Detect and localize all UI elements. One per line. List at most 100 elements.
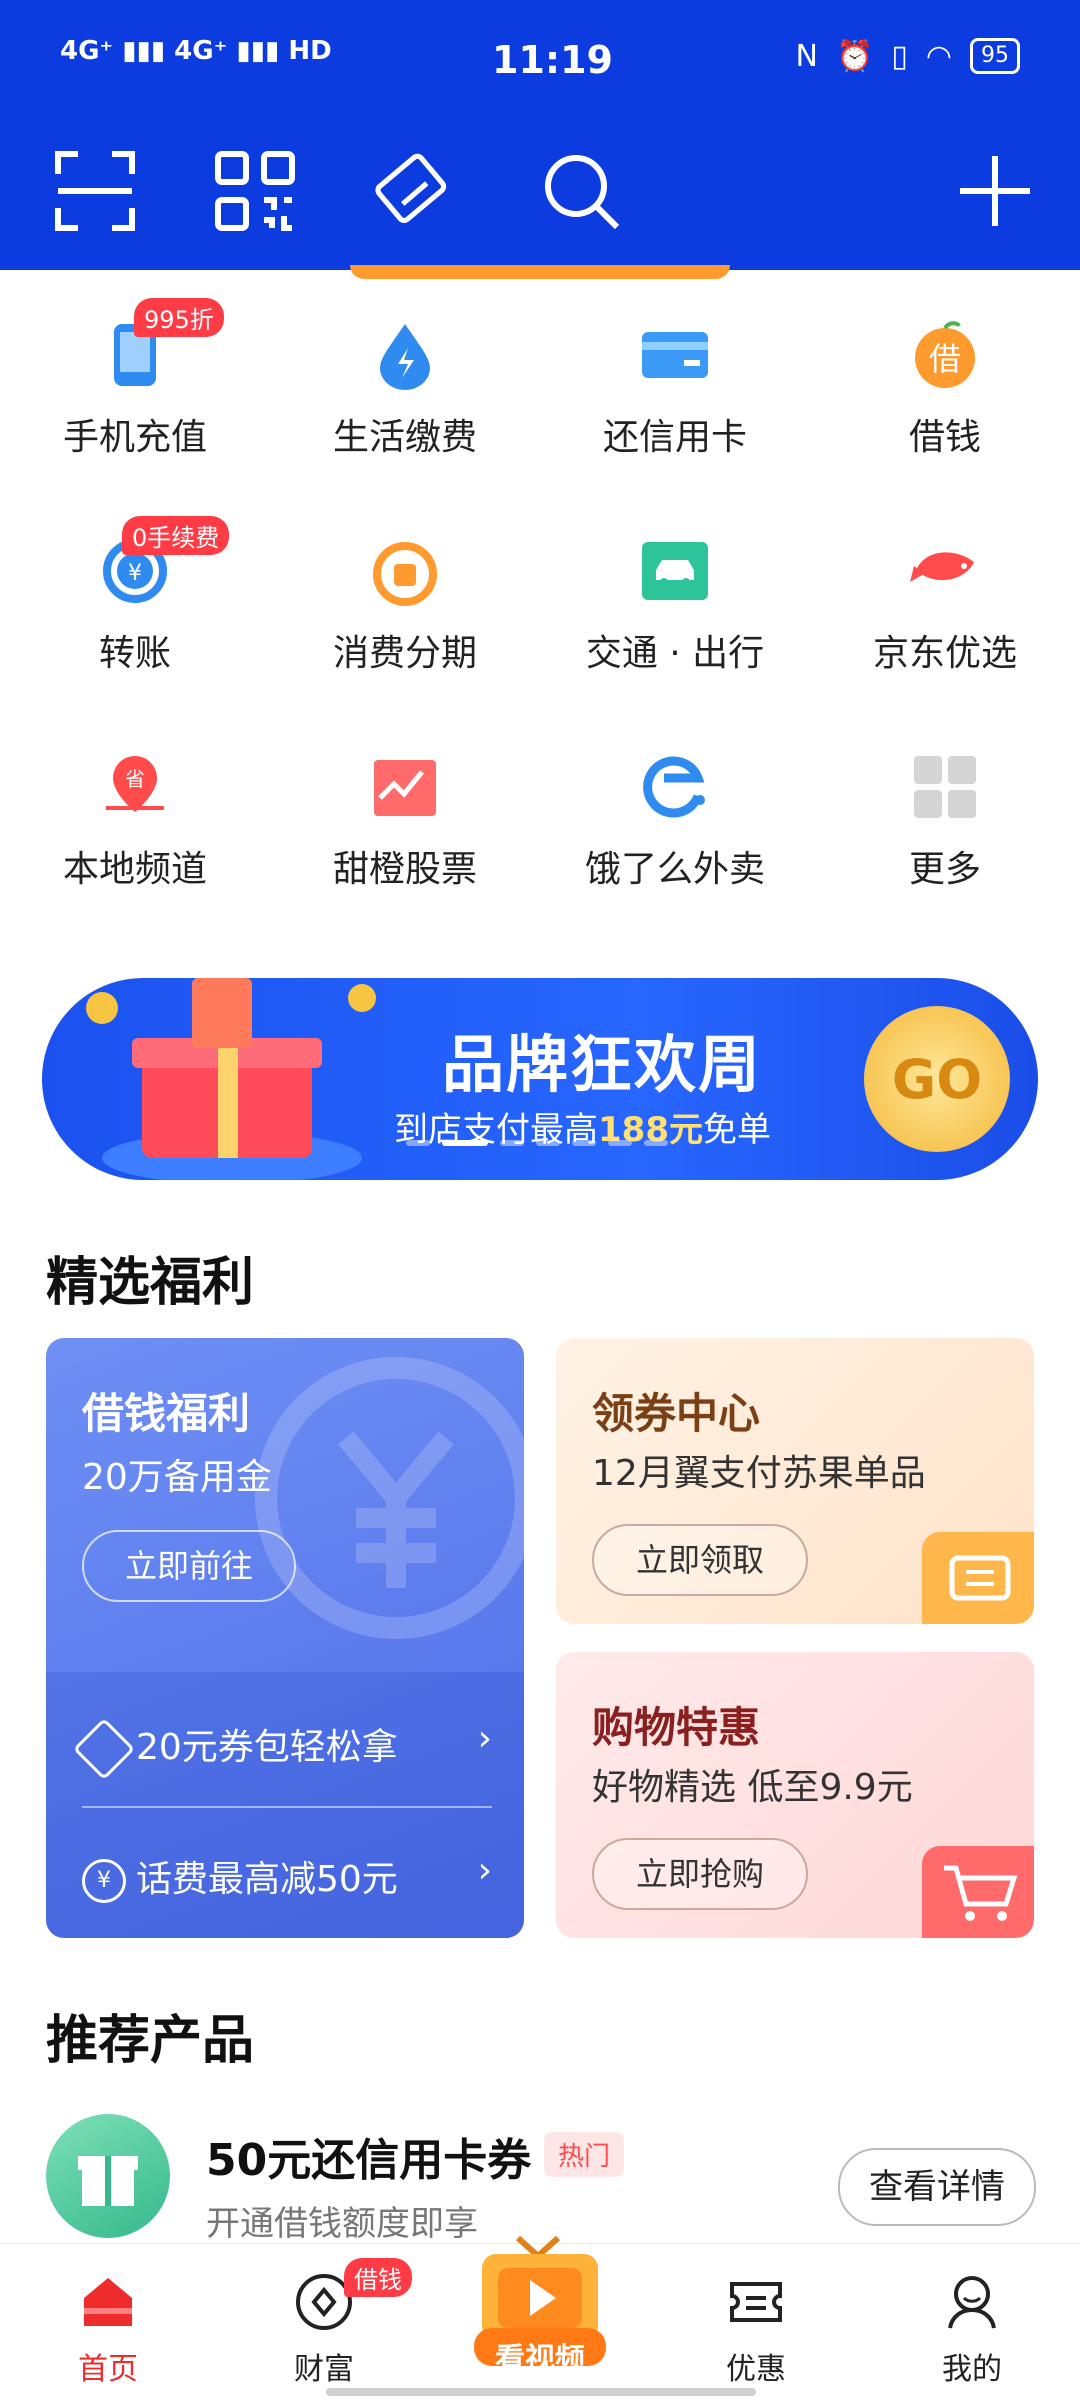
service-transport[interactable]: 交通 · 出行 — [540, 506, 810, 706]
svg-text:省: 省 — [125, 767, 145, 791]
vibrate-icon: ▯ — [891, 38, 908, 74]
payment-card-icon[interactable] — [370, 148, 456, 234]
service-more[interactable]: 更多 — [810, 722, 1080, 922]
tab-label: 首页 — [78, 2352, 138, 2387]
go-button[interactable]: GO — [864, 1006, 1010, 1152]
ticket-icon — [730, 2282, 782, 2322]
service-label: 借钱 — [908, 417, 981, 458]
credit-card-icon — [642, 332, 708, 378]
service-utility-bills[interactable]: 生活缴费 — [270, 290, 540, 490]
status-bar: 4G⁺ ▮▮▮ 4G⁺ ▮▮▮ HD 11:19 N ⏰ ▯ ◠ 95 — [0, 0, 1080, 120]
water-drop-icon — [380, 324, 430, 390]
shopping-cart-icon — [922, 1846, 1034, 1938]
wifi-icon: ◠ — [925, 38, 952, 74]
service-stocks[interactable]: 甜橙股票 — [270, 722, 540, 922]
go-now-button[interactable]: 立即前往 — [82, 1530, 296, 1602]
alarm-icon: ⏰ — [835, 38, 874, 74]
grab-now-button[interactable]: 立即抢购 — [592, 1838, 808, 1910]
yuan-watermark-icon — [255, 1357, 524, 1639]
recommended-title: 推荐产品 — [46, 2011, 255, 2071]
shopping-deal-card[interactable]: 购物特惠 好物精选 低至9.9元 立即抢购 — [556, 1652, 1034, 1938]
divider — [82, 1806, 492, 1808]
tab-label: 看视频 — [495, 2342, 585, 2377]
service-label: 还信用卡 — [602, 417, 747, 458]
loan-badge: 借钱 — [344, 2258, 412, 2297]
shopping-card-title: 购物特惠 — [592, 1703, 761, 1752]
carousel-dot — [608, 1140, 632, 1146]
gift-icon — [46, 2114, 170, 2238]
tab-wealth[interactable]: 借钱 财富 — [216, 2244, 432, 2401]
qr-code-icon[interactable] — [212, 148, 298, 234]
service-label: 生活缴费 — [332, 417, 477, 458]
tab-home[interactable]: 首页 — [0, 2244, 216, 2401]
svg-text:¥: ¥ — [128, 561, 142, 586]
network-indicator: 4G⁺ ▮▮▮ 4G⁺ ▮▮▮ HD — [60, 36, 332, 66]
loan-benefit-card[interactable]: 借钱福利 20万备用金 立即前往 20元券包轻松拿 › ¥ 话费最高减50元 › — [46, 1338, 524, 1938]
tab-offers[interactable]: 优惠 — [648, 2244, 864, 2401]
plus-icon[interactable] — [952, 148, 1038, 234]
featured-title: 精选福利 — [46, 1253, 255, 1313]
search-icon[interactable] — [538, 148, 624, 234]
coupon-card-title: 领券中心 — [592, 1389, 761, 1438]
chevron-right-icon: › — [477, 1718, 492, 1759]
ticket-icon — [922, 1532, 1034, 1624]
service-label: 京东优选 — [872, 633, 1017, 674]
coupon-pack-link[interactable]: 20元券包轻松拿 › — [72, 1717, 492, 1781]
coupon-tag-icon — [72, 1717, 136, 1781]
carousel-dots — [406, 1140, 668, 1146]
status-time: 11:19 — [492, 38, 613, 82]
banner-sub-suffix: 免单 — [702, 1110, 771, 1150]
service-local-channel[interactable]: 省 本地频道 — [0, 722, 270, 922]
eleme-icon — [643, 756, 705, 818]
service-label: 交通 · 出行 — [585, 633, 765, 674]
stock-chart-icon — [374, 760, 436, 816]
service-label: 甜橙股票 — [332, 849, 477, 890]
service-label: 消费分期 — [332, 633, 477, 674]
view-details-button[interactable]: 查看详情 — [838, 2148, 1036, 2226]
shopping-card-subtitle: 好物精选 低至9.9元 — [592, 1767, 913, 1808]
tab-watch-video[interactable]: 看视频 — [432, 2235, 648, 2401]
status-icons: N ⏰ ▯ ◠ 95 — [795, 38, 1020, 74]
jd-dog-icon — [910, 552, 974, 582]
service-borrow[interactable]: 借 借钱 — [810, 290, 1080, 490]
promo-banner[interactable]: 品牌狂欢周 到店支付最高188元免单 GO — [42, 978, 1038, 1180]
phone-bill-discount-link[interactable]: ¥ 话费最高减50元 › — [82, 1850, 492, 1903]
coupon-center-card[interactable]: 领券中心 12月翼支付苏果单品 立即领取 — [556, 1338, 1034, 1624]
service-label: 饿了么外卖 — [584, 849, 765, 890]
loan-card-subtitle: 20万备用金 — [82, 1457, 272, 1498]
claim-now-button[interactable]: 立即领取 — [592, 1524, 808, 1596]
carousel-dot — [536, 1140, 560, 1146]
service-jd-select[interactable]: 京东优选 — [810, 506, 1080, 706]
tab-label: 我的 — [942, 2352, 1002, 2387]
service-installment[interactable]: 消费分期 — [270, 506, 540, 706]
carousel-dot — [406, 1140, 430, 1146]
carousel-dot-active — [442, 1140, 488, 1146]
product-name: 50元还信用卡券 — [206, 2135, 532, 2186]
product-item[interactable]: 50元还信用卡券 热门 开通借钱额度即享 查看详情 — [0, 2100, 1080, 2244]
fee-badge: 0手续费 — [122, 516, 230, 555]
link-label: 20元券包轻松拿 — [136, 1727, 398, 1768]
shopping-bag-icon — [373, 542, 437, 606]
service-credit-card[interactable]: 还信用卡 — [540, 290, 810, 490]
tab-label: 优惠 — [726, 2352, 786, 2387]
service-transfer[interactable]: ¥ 0手续费 转账 — [0, 506, 270, 706]
service-label: 手机充值 — [62, 417, 207, 458]
service-phone-recharge[interactable]: 995折 手机充值 — [0, 290, 270, 490]
discount-badge: 995折 — [134, 298, 224, 337]
banner-title: 品牌狂欢周 — [442, 1028, 763, 1101]
more-grid-icon — [914, 756, 976, 818]
service-label: 本地频道 — [62, 849, 207, 890]
carousel-dot — [572, 1140, 596, 1146]
service-eleme[interactable]: 饿了么外卖 — [540, 722, 810, 922]
gift-box-icon — [86, 978, 376, 1180]
profile-icon — [948, 2276, 996, 2329]
promo-strip — [350, 265, 730, 279]
tab-label: 财富 — [294, 2352, 354, 2387]
bottom-tab-bar: 首页 借钱 财富 看视频 优惠 我的 — [0, 2235, 1080, 2401]
chevron-right-icon: › — [477, 1850, 492, 1891]
scan-icon[interactable] — [52, 148, 138, 234]
battery-icon: 95 — [970, 38, 1020, 74]
home-indicator[interactable] — [326, 2388, 756, 2396]
tab-profile[interactable]: 我的 — [864, 2244, 1080, 2401]
home-icon — [84, 2278, 132, 2326]
